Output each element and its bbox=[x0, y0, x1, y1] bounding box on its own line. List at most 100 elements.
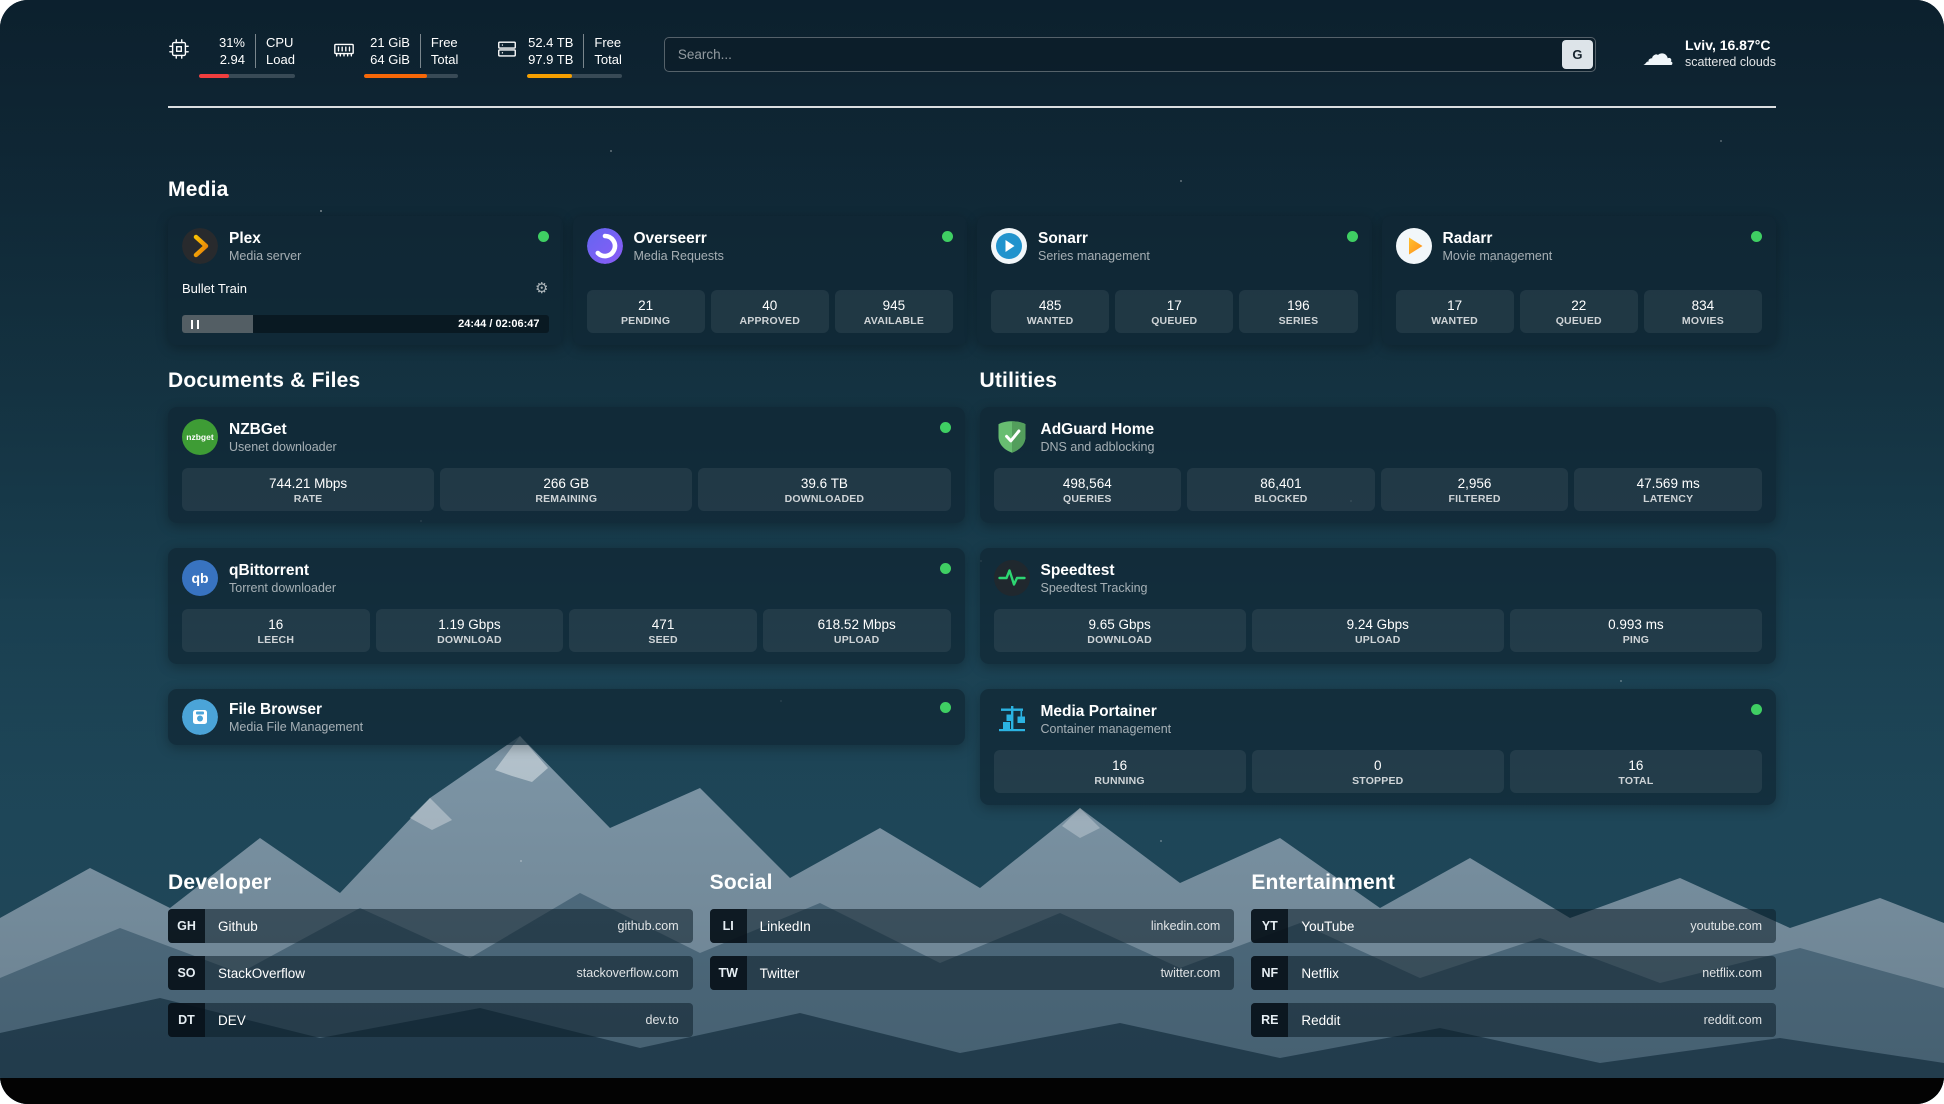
ram-total-value: 64 GiB bbox=[370, 51, 410, 68]
bookmark-linkedin[interactable]: LI LinkedIn linkedin.com bbox=[710, 909, 1235, 943]
disk-icon bbox=[496, 34, 518, 60]
app-card-plex[interactable]: Plex Media server Bullet Train ⚙ 24:44 /… bbox=[168, 216, 563, 345]
qbittorrent-icon: qb bbox=[182, 560, 218, 596]
stat-box: 196 SERIES bbox=[1239, 290, 1357, 333]
gear-icon[interactable]: ⚙ bbox=[535, 281, 548, 296]
sonarr-icon bbox=[991, 228, 1027, 264]
app-name: Media Portainer bbox=[1041, 702, 1172, 721]
disk-progress-bar bbox=[527, 74, 621, 78]
search-input[interactable] bbox=[664, 37, 1596, 72]
stat-box: 498,564 QUERIES bbox=[994, 468, 1182, 511]
bookmark-url: reddit.com bbox=[1704, 1013, 1762, 1027]
filebrowser-icon bbox=[182, 699, 218, 735]
playback-time: 24:44 / 02:06:47 bbox=[458, 318, 539, 330]
app-card-speedtest[interactable]: Speedtest Speedtest Tracking 9.65 Gbps D… bbox=[980, 548, 1777, 664]
weather-widget: ☁ Lviv, 16.87°C scattered clouds bbox=[1642, 36, 1776, 71]
bookmark-youtube[interactable]: YT YouTube youtube.com bbox=[1251, 909, 1776, 943]
stat-box: 22 QUEUED bbox=[1520, 290, 1638, 333]
stat-box: 16 LEECH bbox=[182, 609, 370, 652]
stat-box: 0 STOPPED bbox=[1252, 750, 1504, 793]
app-meta: NZBGet Usenet downloader bbox=[229, 420, 337, 455]
stat-box: 16 RUNNING bbox=[994, 750, 1246, 793]
bookmark-stackoverflow[interactable]: SO StackOverflow stackoverflow.com bbox=[168, 956, 693, 990]
disk-progress-fill bbox=[527, 74, 571, 78]
playback-progress-bar[interactable]: 24:44 / 02:06:47 bbox=[182, 315, 549, 333]
disk-free-label: Free bbox=[594, 34, 621, 51]
cpu-icon bbox=[168, 34, 190, 60]
app-card-filebrowser[interactable]: File Browser Media File Management bbox=[168, 689, 965, 745]
weather-text: Lviv, 16.87°C scattered clouds bbox=[1685, 36, 1776, 71]
cpu-progress-bar bbox=[199, 74, 295, 78]
app-name: qBittorrent bbox=[229, 561, 336, 580]
app-card-overseerr[interactable]: Overseerr Media Requests 21 PENDING 40 A… bbox=[573, 216, 968, 345]
nzbget-icon: nzbget bbox=[182, 419, 218, 455]
app-card-nzbget[interactable]: nzbget NZBGet Usenet downloader 744.21 M… bbox=[168, 407, 965, 523]
app-name: Speedtest bbox=[1041, 561, 1148, 580]
app-card-adguard[interactable]: AdGuard Home DNS and adblocking 498,564 … bbox=[980, 407, 1777, 523]
stat-box: 1.19 Gbps DOWNLOAD bbox=[376, 609, 564, 652]
plex-icon bbox=[182, 228, 218, 264]
ram-icon bbox=[333, 34, 355, 60]
stat-box: 618.52 Mbps UPLOAD bbox=[763, 609, 951, 652]
bookmark-github[interactable]: GH Github github.com bbox=[168, 909, 693, 943]
status-dot bbox=[1751, 704, 1762, 715]
disk-body: 52.4 TB 97.9 TB Free Total bbox=[527, 34, 621, 78]
overseerr-icon bbox=[587, 228, 623, 264]
disk-total-label: Total bbox=[594, 51, 621, 68]
search-bar: G bbox=[664, 37, 1596, 72]
bookmark-abbr: RE bbox=[1251, 1003, 1288, 1037]
bookmark-netflix[interactable]: NF Netflix netflix.com bbox=[1251, 956, 1776, 990]
section-title-entertainment: Entertainment bbox=[1251, 871, 1776, 895]
pause-icon[interactable] bbox=[191, 320, 199, 329]
app-meta: Plex Media server bbox=[229, 229, 301, 264]
bookmark-twitter[interactable]: TW Twitter twitter.com bbox=[710, 956, 1235, 990]
bookmark-name: DEV bbox=[218, 1013, 246, 1028]
stat-box: 17 WANTED bbox=[1396, 290, 1514, 333]
bookmark-reddit[interactable]: RE Reddit reddit.com bbox=[1251, 1003, 1776, 1037]
ram-progress-fill bbox=[364, 74, 427, 78]
search-engine-button[interactable]: G bbox=[1562, 40, 1593, 69]
bottom-bar bbox=[0, 1078, 1944, 1104]
stat-box: 16 TOTAL bbox=[1510, 750, 1762, 793]
bookmark-name: Twitter bbox=[760, 966, 800, 981]
bookmark-name: Reddit bbox=[1301, 1013, 1340, 1028]
app-meta: Sonarr Series management bbox=[1038, 229, 1150, 264]
bookmark-name: YouTube bbox=[1301, 919, 1354, 934]
app-card-portainer[interactable]: Media Portainer Container management 16 … bbox=[980, 689, 1777, 805]
cpu-widget: 31% 2.94 CPU Load bbox=[168, 34, 295, 78]
weather-location: Lviv, 16.87°C bbox=[1685, 36, 1776, 54]
divider-vertical bbox=[583, 34, 584, 68]
stat-box: 471 SEED bbox=[569, 609, 757, 652]
cloud-icon: ☁ bbox=[1642, 38, 1674, 70]
ram-free-value: 21 GiB bbox=[370, 34, 410, 51]
app-desc: Speedtest Tracking bbox=[1041, 580, 1148, 596]
cpu-load-label: Load bbox=[266, 51, 295, 68]
bookmark-abbr: SO bbox=[168, 956, 205, 990]
bookmark-abbr: YT bbox=[1251, 909, 1288, 943]
portainer-icon bbox=[994, 701, 1030, 737]
app-name: AdGuard Home bbox=[1041, 420, 1155, 439]
stat-box: 834 MOVIES bbox=[1644, 290, 1762, 333]
stat-box: 266 GB REMAINING bbox=[440, 468, 692, 511]
cpu-body: 31% 2.94 CPU Load bbox=[199, 34, 295, 78]
bookmark-abbr: DT bbox=[168, 1003, 205, 1037]
app-desc: Torrent downloader bbox=[229, 580, 336, 596]
bookmark-dev[interactable]: DT DEV dev.to bbox=[168, 1003, 693, 1037]
cpu-label: CPU bbox=[266, 34, 295, 51]
stat-box: 744.21 Mbps RATE bbox=[182, 468, 434, 511]
stat-box: 485 WANTED bbox=[991, 290, 1109, 333]
app-card-qbittorrent[interactable]: qb qBittorrent Torrent downloader 16 LEE… bbox=[168, 548, 965, 664]
stat-box: 945 AVAILABLE bbox=[835, 290, 953, 333]
stat-box: 9.24 Gbps UPLOAD bbox=[1252, 609, 1504, 652]
stat-box: 47.569 ms LATENCY bbox=[1574, 468, 1762, 511]
app-meta: qBittorrent Torrent downloader bbox=[229, 561, 336, 596]
section-documents: Documents & Files nzbget NZBGet Usenet d… bbox=[168, 369, 965, 745]
bookmark-name: LinkedIn bbox=[760, 919, 811, 934]
app-desc: Series management bbox=[1038, 248, 1150, 264]
app-desc: Usenet downloader bbox=[229, 439, 337, 455]
app-card-radarr[interactable]: Radarr Movie management 17 WANTED 22 QUE… bbox=[1382, 216, 1777, 345]
app-card-sonarr[interactable]: Sonarr Series management 485 WANTED 17 Q… bbox=[977, 216, 1372, 345]
now-playing-title: Bullet Train bbox=[182, 281, 247, 296]
app-name: Overseerr bbox=[634, 229, 724, 248]
bookmark-url: linkedin.com bbox=[1151, 919, 1220, 933]
